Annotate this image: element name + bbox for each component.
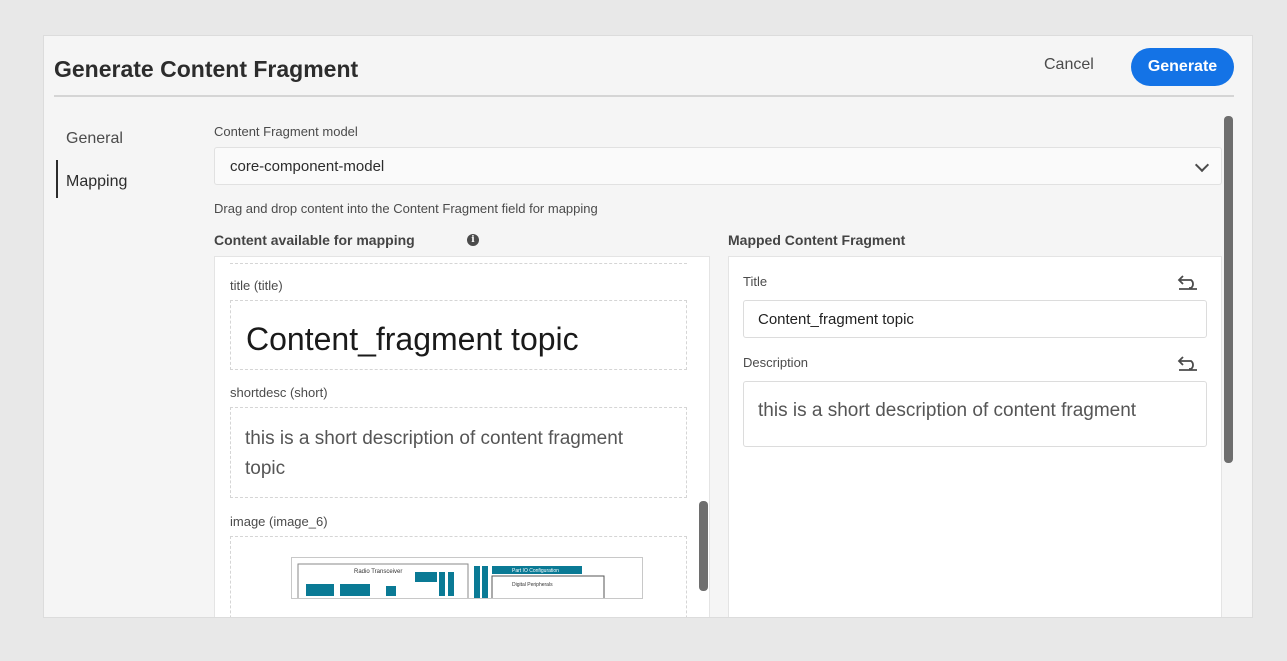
dialog-title: Generate Content Fragment [54, 56, 359, 82]
model-select[interactable]: core-component-model [214, 147, 1222, 185]
shortdesc-field-label: shortdesc (short) [230, 385, 328, 400]
info-icon[interactable]: i [467, 234, 479, 246]
mapped-title-label: Title [743, 274, 768, 289]
chevron-down-icon [1194, 157, 1210, 173]
mapped-heading: Mapped Content Fragment [728, 232, 906, 248]
shortdesc-content: this is a short description of content f… [245, 428, 624, 479]
cancel-button[interactable]: Cancel [1044, 56, 1094, 74]
available-content-panel[interactable]: title (title) Content_fragment topic sho… [214, 256, 710, 617]
image-field-label: image (image_6) [230, 514, 328, 529]
generate-content-fragment-dialog: Generate Content Fragment Cancel Generat… [44, 36, 1252, 617]
mapped-title-value: Content_fragment topic [758, 311, 914, 328]
mapped-title-input[interactable]: Content_fragment topic [743, 300, 1207, 338]
image-content-block[interactable]: Radio Transceiver Part IO Configuration … [230, 536, 687, 617]
mapped-description-input[interactable]: this is a short description of content f… [743, 381, 1207, 447]
dialog-header: Generate Content Fragment Cancel Generat… [54, 36, 1234, 97]
generate-button[interactable]: Generate [1131, 48, 1234, 86]
model-label: Content Fragment model [214, 124, 358, 139]
diagram-image: Radio Transceiver Part IO Configuration … [291, 557, 643, 599]
title-content: Content_fragment topic [246, 321, 579, 357]
available-panel-scrollbar[interactable] [699, 501, 708, 591]
mapped-fragment-panel: Title Content_fragment topic Description… [728, 256, 1222, 617]
model-select-value: core-component-model [230, 158, 385, 175]
diagram-text-part-io: Part IO Configuration [512, 568, 559, 574]
divider [230, 263, 687, 264]
mapping-instructions: Drag and drop content into the Content F… [214, 201, 598, 216]
mapped-description-label: Description [743, 355, 809, 370]
block-diagram-svg: Radio Transceiver Part IO Configuration … [297, 563, 605, 598]
available-heading: Content available for mapping [214, 232, 415, 248]
shortdesc-content-block[interactable]: this is a short description of content f… [230, 407, 687, 498]
nav-item-mapping[interactable]: Mapping [66, 173, 127, 191]
nav-item-general[interactable]: General [66, 130, 123, 148]
title-field-label: title (title) [230, 278, 283, 293]
diagram-text-radio: Radio Transceiver [354, 569, 402, 575]
undo-icon[interactable] [1177, 272, 1199, 290]
undo-icon[interactable] [1177, 353, 1199, 371]
nav-active-indicator [56, 160, 58, 198]
dialog-scrollbar[interactable] [1224, 116, 1233, 463]
mapped-description-value: this is a short description of content f… [758, 400, 1137, 421]
title-content-block[interactable]: Content_fragment topic [230, 300, 687, 370]
diagram-text-digital: Digital Peripherals [512, 582, 553, 588]
